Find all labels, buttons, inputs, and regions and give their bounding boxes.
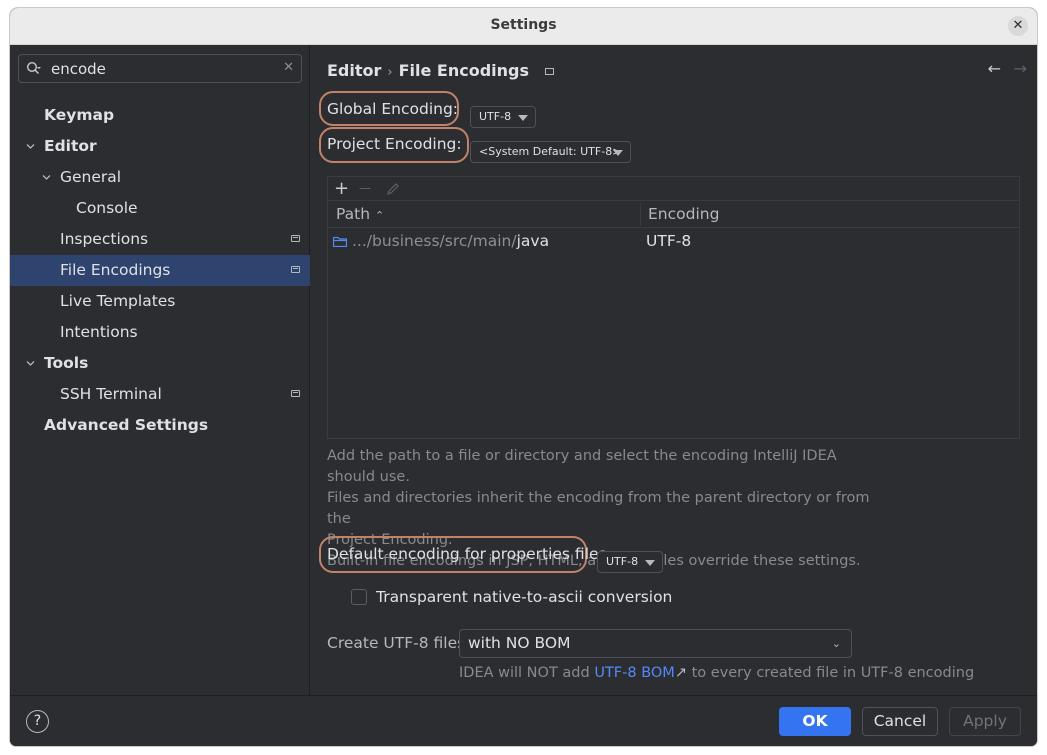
sidebar-item-label: SSH Terminal: [60, 385, 162, 403]
project-scope-icon: [291, 266, 300, 273]
row-path: .../business/src/main/java: [352, 232, 549, 250]
utf8-bom-link[interactable]: UTF-8 BOM: [594, 665, 675, 681]
row-path-name: java: [516, 232, 550, 250]
properties-encoding-value: UTF-8: [606, 555, 639, 568]
sidebar-item-label: Tools: [44, 354, 89, 372]
sidebar-item-inspections[interactable]: Inspections: [10, 224, 310, 255]
table-header: Path ⌃ Encoding: [328, 201, 1019, 228]
row-path-prefix: .../business/src/main/: [352, 232, 517, 250]
external-link-icon: ↗: [674, 665, 687, 681]
dialog-footer: ? OK Cancel Apply: [10, 695, 1037, 746]
sidebar-item-label: General: [60, 168, 122, 186]
project-encoding-value: <System Default: UTF-8>: [479, 145, 622, 158]
dialog-title: Settings: [490, 17, 557, 33]
remove-icon[interactable]: —: [359, 178, 371, 198]
column-divider[interactable]: [640, 203, 641, 226]
sidebar-item-live-templates[interactable]: Live Templates: [10, 286, 310, 317]
table-row[interactable]: .../business/src/main/java UTF-8: [328, 228, 1019, 256]
add-icon[interactable]: +: [334, 179, 349, 199]
breadcrumb-parent[interactable]: Editor: [327, 61, 381, 80]
dropdown-arrow-icon: [613, 150, 623, 156]
native-to-ascii-checkbox[interactable]: [351, 589, 367, 605]
help-text-line: Add the path to a file or directory and …: [327, 448, 837, 485]
chevron-down-icon[interactable]: [42, 173, 51, 182]
sidebar-item-editor[interactable]: Editor: [10, 131, 310, 162]
sidebar-item-advanced-settings[interactable]: Advanced Settings: [10, 410, 310, 441]
settings-content: Editor › File Encodings ← → Global Encodin…: [311, 45, 1037, 695]
native-to-ascii-label[interactable]: Transparent native-to-ascii conversion: [376, 588, 672, 606]
create-utf8-dropdown[interactable]: with NO BOM ⌄: [459, 629, 852, 658]
global-encoding-value: UTF-8: [479, 110, 512, 123]
sidebar-item-label: Advanced Settings: [44, 416, 209, 434]
create-utf8-value: with NO BOM: [468, 634, 571, 652]
create-utf8-label: Create UTF-8 files:: [327, 634, 471, 652]
column-header-encoding[interactable]: Encoding: [648, 205, 719, 223]
sidebar-item-ssh-terminal[interactable]: SSH Terminal: [10, 379, 310, 410]
properties-encoding-label: Default encoding for properties files:: [327, 545, 612, 563]
clear-search-icon[interactable]: ✕: [283, 60, 294, 75]
project-scope-icon: [291, 235, 300, 242]
sidebar-item-label: File Encodings: [60, 261, 171, 279]
sidebar-item-file-encodings[interactable]: File Encodings: [10, 255, 310, 286]
chevron-down-icon[interactable]: [26, 142, 35, 151]
sidebar-item-label: Editor: [44, 137, 97, 155]
sidebar-item-label: Console: [76, 199, 138, 217]
dropdown-arrow-icon: [645, 560, 655, 566]
forward-arrow-icon[interactable]: →: [1014, 59, 1027, 78]
global-encoding-dropdown[interactable]: UTF-8: [470, 106, 536, 128]
row-encoding[interactable]: UTF-8: [646, 232, 691, 250]
path-encoding-table: + — Path ⌃ Encoding .../business/src/mai…: [327, 176, 1020, 439]
dropdown-arrow-icon: [518, 115, 528, 121]
project-scope-icon: [545, 68, 555, 75]
sidebar-item-console[interactable]: Console: [10, 193, 310, 224]
sort-ascending-icon: ⌃: [375, 209, 385, 222]
project-encoding-dropdown[interactable]: <System Default: UTF-8>: [470, 141, 631, 163]
breadcrumb-current: File Encodings: [398, 61, 530, 80]
project-scope-icon: [291, 390, 300, 397]
table-toolbar: + —: [328, 177, 1019, 201]
bom-note: IDEA will NOT add UTF-8 BOM↗ to every cr…: [459, 665, 974, 681]
project-encoding-label: Project Encoding:: [327, 135, 462, 153]
chevron-down-icon: ⌄: [831, 637, 841, 650]
help-text-line: Files and directories inherit the encodi…: [327, 490, 870, 527]
search-input[interactable]: encode ✕: [18, 54, 302, 83]
sidebar-item-keymap[interactable]: Keymap: [10, 100, 310, 131]
bom-note-after: to every created file in UTF-8 encoding: [686, 665, 975, 681]
breadcrumb: Editor › File Encodings: [327, 61, 555, 80]
apply-button[interactable]: Apply: [949, 707, 1021, 736]
sidebar-item-label: Keymap: [44, 106, 115, 124]
help-icon[interactable]: ?: [26, 710, 49, 733]
sidebar-item-label: Intentions: [60, 323, 138, 341]
settings-sidebar: encode ✕ Keymap Editor General Console I…: [10, 45, 310, 695]
chevron-down-icon[interactable]: [26, 359, 35, 368]
settings-dialog: Settings ✕ encode ✕ Keymap Editor Genera…: [10, 8, 1037, 746]
close-icon[interactable]: ✕: [1008, 16, 1028, 36]
sidebar-item-label: Live Templates: [60, 292, 176, 310]
folder-icon: [333, 236, 347, 247]
back-arrow-icon[interactable]: ←: [988, 59, 1001, 78]
bom-note-before: IDEA will NOT add: [459, 665, 595, 681]
breadcrumb-separator: ›: [387, 65, 393, 80]
sidebar-item-tools[interactable]: Tools: [10, 348, 310, 379]
properties-encoding-dropdown[interactable]: UTF-8: [597, 551, 663, 573]
sidebar-item-intentions[interactable]: Intentions: [10, 317, 310, 348]
sidebar-item-label: Inspections: [60, 230, 149, 248]
search-value: encode: [51, 60, 106, 78]
pencil-icon[interactable]: [386, 182, 400, 196]
column-header-path[interactable]: Path ⌃: [336, 205, 384, 223]
sidebar-item-general[interactable]: General: [10, 162, 310, 193]
title-bar: Settings ✕: [10, 8, 1037, 45]
ok-button[interactable]: OK: [779, 707, 851, 736]
search-icon: [26, 61, 41, 74]
global-encoding-label: Global Encoding:: [327, 100, 459, 118]
cancel-button[interactable]: Cancel: [862, 707, 938, 736]
column-header-path-label: Path: [336, 205, 371, 223]
